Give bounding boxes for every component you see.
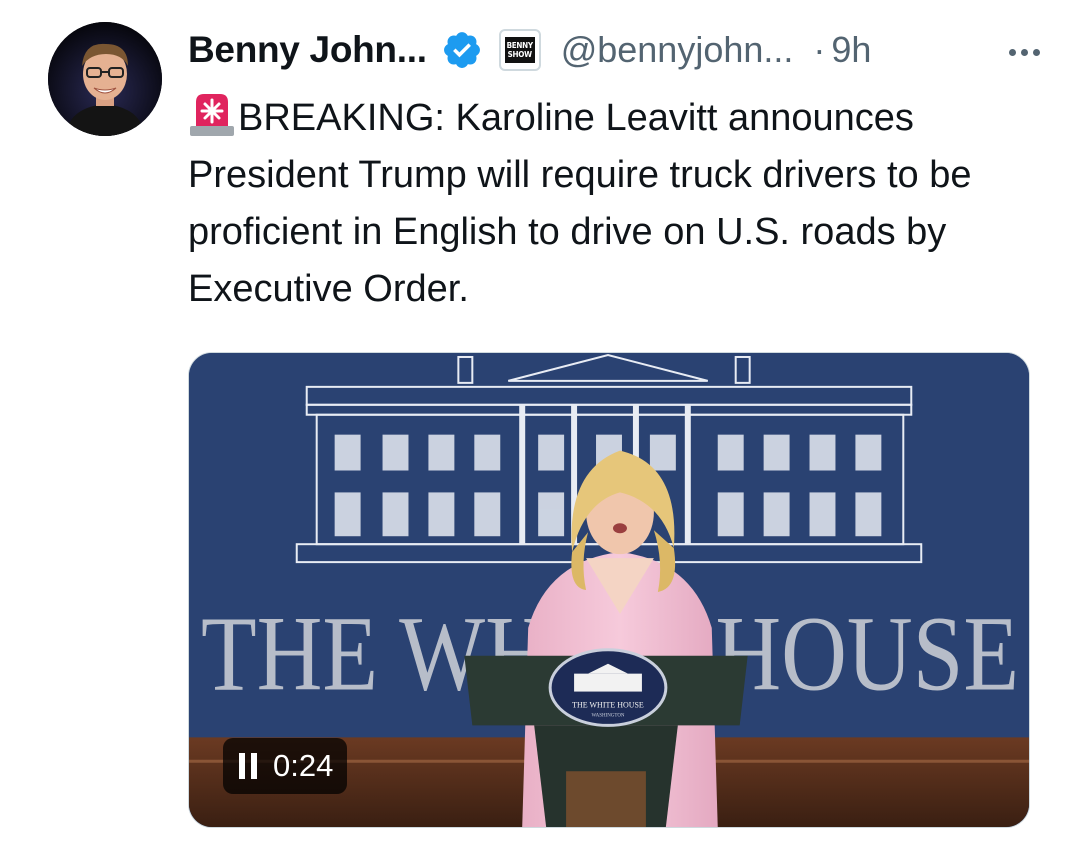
tweet-header: Benny John... BENNY SHOW @bennyjohn... ·… — [188, 24, 1040, 76]
podium-seal-subtitle: WASHINGTON — [591, 713, 624, 718]
affiliate-badge-line-1: BENNY — [506, 41, 533, 50]
video-control-pill[interactable]: 0:24 — [223, 738, 348, 794]
tweet-timestamp[interactable]: 9h — [831, 29, 871, 71]
benny-show-logo: BENNY SHOW — [504, 37, 535, 63]
more-options-icon[interactable] — [1009, 48, 1040, 56]
video-player[interactable]: THE WHITE HOUSE THE WHITE HOUSE WASHING — [188, 352, 1030, 828]
affiliate-badge-line-2: SHOW — [507, 50, 532, 59]
verified-badge-icon[interactable] — [441, 29, 483, 71]
affiliate-badge[interactable]: BENNY SHOW — [498, 29, 541, 71]
podium-seal-title: THE WHITE HOUSE — [572, 701, 644, 710]
meta-separator: · — [813, 29, 826, 70]
video-duration: 0:24 — [273, 748, 334, 783]
avatar-photo — [48, 22, 162, 136]
tweet-text: BREAKING: Karoline Leavitt announces Pre… — [188, 97, 972, 310]
tweet-body: BREAKING: Karoline Leavitt announces Pre… — [188, 90, 1048, 318]
author-name[interactable]: Benny John... — [188, 29, 427, 71]
police-light-icon — [188, 90, 236, 138]
author-handle[interactable]: @bennyjohn... — [561, 29, 794, 71]
author-avatar[interactable] — [48, 22, 162, 136]
pause-icon[interactable] — [239, 753, 257, 779]
